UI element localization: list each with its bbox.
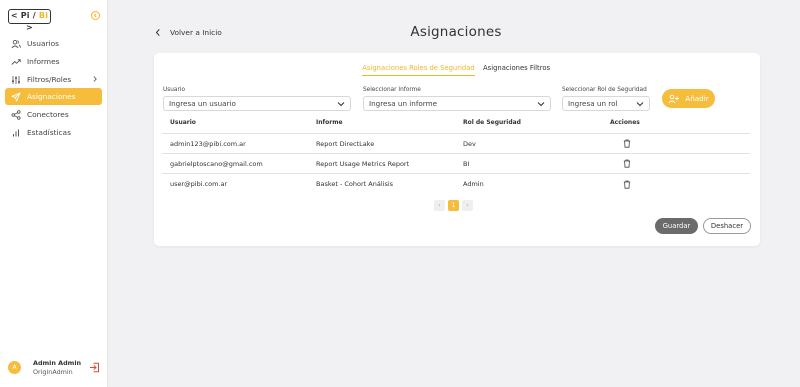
logo-text-right: Bi	[38, 11, 49, 20]
cell-informe: Report Usage Metrics Report	[316, 160, 410, 168]
tab-filtros[interactable]: Asignaciones Filtros	[483, 64, 555, 76]
column-header-acciones: Acciones	[610, 119, 640, 126]
tab-roles-seguridad[interactable]: Asignaciones Roles de Seguridad	[362, 64, 475, 76]
delete-icon[interactable]	[623, 159, 631, 168]
sliders-icon	[12, 75, 20, 84]
send-icon	[11, 92, 21, 101]
add-assignment-button[interactable]: Añadir	[662, 89, 715, 108]
back-link-label: Volver a Inicio	[170, 28, 222, 37]
cell-informe: Basket - Cohort Análisis	[316, 180, 394, 188]
cell-rol: Dev	[463, 140, 476, 148]
usuario-select[interactable]: Ingresa un usuario	[163, 96, 351, 111]
table-divider	[162, 133, 750, 134]
sidebar-item-usuarios[interactable]: Usuarios	[5, 35, 102, 52]
chevron-left-icon	[155, 28, 160, 37]
informe-label: Seleccionar Informe	[363, 87, 421, 93]
save-button[interactable]: Guardar	[655, 218, 698, 234]
sidebar-item-label: Conectores	[27, 110, 69, 119]
cell-usuario: gabrielptoscano@gmail.com	[170, 160, 263, 168]
sidebar-item-label: Usuarios	[27, 39, 59, 48]
cell-rol: BI	[463, 160, 470, 168]
column-header-informe: Informe	[316, 119, 343, 126]
pagination-next-button[interactable]: ›	[462, 200, 473, 211]
sidebar-item-label: Estadísticas	[27, 128, 71, 137]
cell-rol: Admin	[463, 180, 484, 188]
table-divider	[162, 153, 750, 154]
users-icon	[11, 39, 21, 48]
trend-icon	[11, 58, 21, 65]
rol-placeholder: Ingresa un rol	[568, 99, 618, 108]
column-header-rol: Rol de Seguridad	[463, 119, 521, 126]
sidebar-item-label: Filtros/Roles	[27, 75, 72, 84]
cell-usuario: user@pibi.com.ar	[170, 180, 228, 188]
chevron-down-icon	[537, 102, 545, 107]
user-role: OriginAdmin	[33, 368, 73, 376]
share-icon	[11, 109, 21, 120]
chevron-down-icon	[337, 102, 345, 107]
collapse-sidebar-icon[interactable]	[91, 11, 100, 20]
delete-icon[interactable]	[623, 180, 631, 189]
informe-select[interactable]: Ingresa un informe	[363, 96, 551, 111]
usuario-label: Usuario	[163, 87, 186, 93]
back-to-home-link[interactable]: Volver a Inicio	[155, 28, 222, 37]
rol-select[interactable]: Ingresa un rol	[562, 96, 650, 111]
pagination-prev-button[interactable]: ‹	[434, 200, 445, 211]
logo-text-end: >	[26, 23, 33, 32]
sidebar-item-asignaciones[interactable]: Asignaciones	[5, 88, 102, 105]
sidebar-item-label: Informes	[27, 57, 60, 66]
page-title: Asignaciones	[410, 24, 502, 40]
sidebar-item-filtros-roles[interactable]: Filtros/Roles	[5, 71, 102, 88]
undo-button[interactable]: Deshacer	[703, 218, 751, 234]
logo-text-left: < Pi	[10, 11, 30, 20]
add-user-icon	[668, 94, 680, 103]
cell-usuario: admin123@pibi.com.ar	[170, 140, 246, 148]
user-profile: A Admin Admin OriginAdmin	[0, 356, 108, 380]
rol-label: Seleccionar Rol de Seguridad	[562, 87, 647, 93]
chevron-down-icon	[636, 102, 644, 107]
tab-bar: Asignaciones Roles de Seguridad Asignaci…	[362, 64, 555, 76]
table-divider	[162, 173, 750, 174]
user-name: Admin Admin	[33, 359, 82, 367]
pibi-logo[interactable]: < Pi / Bi >	[8, 9, 51, 32]
pagination-page-button[interactable]: 1	[448, 200, 459, 211]
sidebar-item-conectores[interactable]: Conectores	[5, 106, 102, 123]
sidebar: < Pi / Bi > Usuarios Informes Filtros/Ro…	[0, 0, 108, 387]
chevron-right-icon	[93, 76, 97, 82]
assignments-card: Asignaciones Roles de Seguridad Asignaci…	[154, 53, 760, 246]
add-button-label: Añadir	[685, 94, 709, 103]
bar-chart-icon	[13, 129, 19, 136]
delete-icon[interactable]	[623, 139, 631, 148]
sidebar-item-estadisticas[interactable]: Estadísticas	[5, 124, 102, 141]
usuario-placeholder: Ingresa un usuario	[169, 99, 236, 108]
column-header-usuario: Usuario	[170, 119, 196, 126]
sidebar-item-informes[interactable]: Informes	[5, 53, 102, 70]
logout-icon[interactable]	[89, 362, 100, 373]
cell-informe: Report DirectLake	[316, 140, 375, 148]
informe-placeholder: Ingresa un informe	[369, 99, 438, 108]
sidebar-item-label: Asignaciones	[27, 92, 76, 101]
avatar[interactable]: A	[8, 361, 21, 374]
